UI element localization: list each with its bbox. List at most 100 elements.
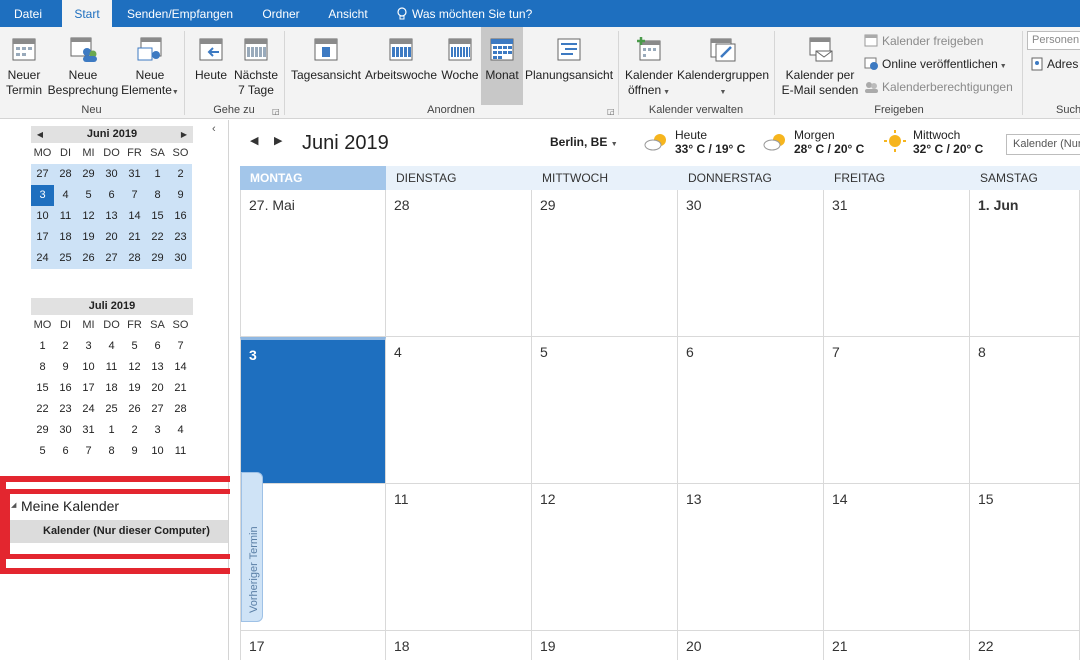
mini-calendar-day[interactable]: 10: [77, 357, 100, 378]
mini-calendar-day[interactable]: 10: [146, 441, 169, 462]
mini-calendar-day[interactable]: 3: [146, 420, 169, 441]
day-cell[interactable]: 22: [970, 631, 1080, 660]
new-meeting-button[interactable]: Neue Besprechung: [46, 27, 120, 105]
day-cell[interactable]: 30: [678, 190, 824, 337]
mini-calendar-day[interactable]: 29: [31, 420, 54, 441]
day-cell[interactable]: 20: [678, 631, 824, 660]
month-button[interactable]: Monat: [481, 27, 523, 105]
mini-calendar-day[interactable]: 25: [100, 399, 123, 420]
day-cell[interactable]: 18: [386, 631, 532, 660]
tell-me-search[interactable]: Was möchten Sie tun?: [396, 0, 532, 27]
mini-calendar-day[interactable]: 15: [31, 378, 54, 399]
new-items-button[interactable]: Neue Elemente▼: [120, 27, 180, 105]
day-cell[interactable]: 29: [532, 190, 678, 337]
mini-calendar-day[interactable]: 5: [77, 185, 100, 206]
mini-calendar-day[interactable]: 2: [123, 420, 146, 441]
mini-calendar-day[interactable]: 30: [54, 420, 77, 441]
mini-calendar-day[interactable]: 6: [146, 336, 169, 357]
mini-calendar-day[interactable]: 6: [54, 441, 77, 462]
tab-datei[interactable]: Datei: [0, 0, 56, 27]
day-cell[interactable]: 31: [824, 190, 970, 337]
mini-calendar-day[interactable]: 1: [31, 336, 54, 357]
day-cell[interactable]: 27. Mai: [240, 190, 386, 337]
mini-calendar-day[interactable]: 4: [54, 185, 77, 206]
mini-calendar-day[interactable]: 5: [123, 336, 146, 357]
day-cell[interactable]: 14: [824, 484, 970, 631]
mini-calendar-day[interactable]: 3: [77, 336, 100, 357]
publish-online-button[interactable]: Online veröffentlichen ▼: [864, 57, 1007, 71]
day-cell[interactable]: 28: [386, 190, 532, 337]
mini-calendar-day[interactable]: 17: [77, 378, 100, 399]
day-cell[interactable]: 1. Jun: [970, 190, 1080, 337]
mini-calendar-day[interactable]: 28: [123, 248, 146, 269]
mini-calendar-day[interactable]: 5: [31, 441, 54, 462]
mini-calendar-day[interactable]: 7: [77, 441, 100, 462]
calendar-permissions-button[interactable]: Kalenderberechtigungen: [864, 80, 1013, 94]
day-view-button[interactable]: Tagesansicht: [290, 27, 362, 105]
next-7-days-button[interactable]: Nächste 7 Tage: [232, 27, 280, 105]
mini-calendar-day[interactable]: 21: [169, 378, 192, 399]
tab-senden-empfangen[interactable]: Senden/Empfangen: [118, 0, 242, 27]
mini-calendar-day[interactable]: 24: [31, 248, 54, 269]
day-cell[interactable]: 12: [532, 484, 678, 631]
mini-calendar-day[interactable]: 19: [77, 227, 100, 248]
tab-ansicht[interactable]: Ansicht: [318, 0, 378, 27]
work-week-button[interactable]: Arbeitswoche: [364, 27, 438, 105]
day-cell[interactable]: 15: [970, 484, 1080, 631]
mini-calendar-day[interactable]: 31: [77, 420, 100, 441]
mini-calendar-day[interactable]: 20: [146, 378, 169, 399]
mini-calendar-day[interactable]: 27: [146, 399, 169, 420]
mini-calendar-day[interactable]: 1: [146, 164, 169, 185]
mini-calendar-day[interactable]: 28: [54, 164, 77, 185]
open-calendar-button[interactable]: Kalender öffnen ▼: [622, 27, 676, 105]
week-button[interactable]: Woche: [440, 27, 480, 105]
mini-calendar-day[interactable]: 18: [100, 378, 123, 399]
mini-calendar-day[interactable]: 10: [31, 206, 54, 227]
tab-start[interactable]: Start: [62, 0, 112, 27]
mini-calendar-day[interactable]: 29: [77, 164, 100, 185]
mini-calendar-day[interactable]: 20: [100, 227, 123, 248]
mini-calendar-day[interactable]: 4: [169, 420, 192, 441]
tab-ordner[interactable]: Ordner: [250, 0, 312, 27]
next-month-icon[interactable]: ▶: [177, 126, 191, 143]
mini-calendar-day[interactable]: 22: [146, 227, 169, 248]
share-calendar-button[interactable]: Kalender freigeben: [864, 34, 983, 48]
mini-calendar-day[interactable]: 23: [169, 227, 192, 248]
mini-calendar-day[interactable]: 18: [54, 227, 77, 248]
calendar-search-input[interactable]: Kalender (Nur: [1006, 134, 1080, 155]
day-cell[interactable]: 13: [678, 484, 824, 631]
mini-calendar-day[interactable]: 28: [169, 399, 192, 420]
previous-appointment-tab[interactable]: Vorheriger Termin: [241, 472, 263, 622]
day-cell[interactable]: 11: [386, 484, 532, 631]
mini-calendar-day[interactable]: 8: [146, 185, 169, 206]
mini-calendar-day[interactable]: 24: [77, 399, 100, 420]
mini-calendar-day[interactable]: 14: [169, 357, 192, 378]
schedule-view-button[interactable]: Planungsansicht: [524, 27, 614, 105]
day-cell[interactable]: 21: [824, 631, 970, 660]
location-dropdown[interactable]: Berlin, BE ▼: [550, 135, 618, 149]
mini-calendar-day[interactable]: 17: [31, 227, 54, 248]
mini-calendar-day[interactable]: 4: [100, 336, 123, 357]
mini-calendar-day[interactable]: 3: [31, 185, 54, 206]
mini-calendar-day[interactable]: 9: [123, 441, 146, 462]
mini-calendar-day[interactable]: 13: [100, 206, 123, 227]
next-month-icon[interactable]: ▶: [274, 134, 282, 147]
mini-calendar-day[interactable]: 30: [100, 164, 123, 185]
mini-calendar-day[interactable]: 8: [100, 441, 123, 462]
day-cell[interactable]: 8: [970, 337, 1080, 484]
dialog-launcher-icon[interactable]: ◲: [272, 107, 280, 116]
mini-calendar-day[interactable]: 9: [54, 357, 77, 378]
my-calendars-header[interactable]: ◢ Meine Kalender: [8, 496, 228, 516]
day-cell[interactable]: 7: [824, 337, 970, 484]
mini-calendar-day[interactable]: 1: [100, 420, 123, 441]
mini-calendar-day[interactable]: 12: [123, 357, 146, 378]
mini-calendar-day[interactable]: 26: [123, 399, 146, 420]
email-calendar-button[interactable]: Kalender per E-Mail senden: [780, 27, 860, 105]
new-appointment-button[interactable]: Neuer Termin: [2, 27, 46, 105]
today-button[interactable]: Heute: [192, 27, 230, 105]
mini-calendar-day[interactable]: 8: [31, 357, 54, 378]
day-cell[interactable]: 3: [240, 337, 386, 484]
mini-calendar-day[interactable]: 25: [54, 248, 77, 269]
calendar-groups-button[interactable]: Kalendergruppen ▼: [676, 27, 770, 105]
calendar-item-local[interactable]: Kalender (Nur dieser Computer): [8, 520, 228, 543]
